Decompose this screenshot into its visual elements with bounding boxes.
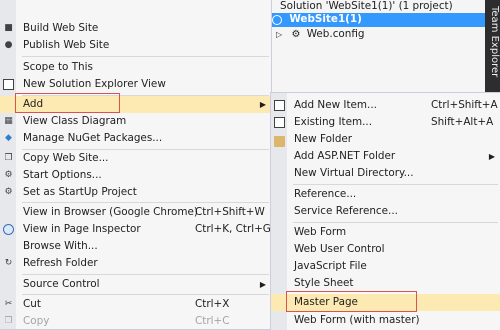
scissors-icon: ✂ — [4, 299, 13, 309]
menu-item-scope-to-this[interactable]: Scope to This — [0, 59, 271, 76]
gear-icon: ⚙ — [4, 170, 13, 180]
solution-label: Solution 'WebSite1(1)' (1 project) — [280, 0, 453, 12]
menu-separator — [22, 274, 269, 275]
copy-site-icon: ❐ — [4, 153, 13, 163]
submenu-item-new-virtual-directory[interactable]: New Virtual Directory... — [271, 165, 500, 182]
menu-item-view-in-page-inspector[interactable]: View in Page Inspector Ctrl+K, Ctrl+G — [0, 221, 271, 238]
menu-item-view-in-browser[interactable]: View in Browser (Google Chrome) Ctrl+Shi… — [0, 204, 271, 221]
submenu-arrow-icon: ▶ — [259, 280, 266, 289]
menu-separator — [22, 294, 269, 295]
submenu-item-web-form[interactable]: Web Form — [271, 224, 500, 241]
page-inspector-icon — [3, 224, 14, 235]
explorer-view-icon — [3, 79, 14, 90]
nuget-icon: ◆ — [5, 133, 12, 143]
menu-item-browse-with[interactable]: Browse With... — [0, 238, 271, 255]
menu-item-cut[interactable]: ✂ Cut Ctrl+X — [0, 296, 271, 313]
menu-item-view-class-diagram[interactable]: ▦ View Class Diagram — [0, 113, 271, 130]
class-diagram-icon: ▦ — [4, 116, 13, 126]
submenu-item-new-folder[interactable]: New Folder — [271, 131, 500, 148]
submenu-item-style-sheet[interactable]: Style Sheet — [271, 275, 500, 292]
submenu-item-service-reference[interactable]: Service Reference... — [271, 203, 500, 220]
expand-arrow-icon[interactable]: ▷ — [276, 28, 282, 41]
file-label: Web.config — [306, 28, 365, 40]
folder-icon — [274, 136, 285, 147]
copy-icon: ❐ — [4, 316, 13, 326]
menu-separator — [293, 184, 498, 185]
config-file-icon: ⚙ — [291, 29, 301, 40]
menu-separator — [293, 222, 498, 223]
file-node-web-config[interactable]: ▷ ⚙ Web.config — [276, 28, 365, 41]
build-icon: ■ — [4, 23, 13, 33]
menu-item-copy[interactable]: ❐ Copy Ctrl+C — [0, 313, 271, 330]
solution-explorer-panel: Solution 'WebSite1(1)' (1 project) WebSi… — [268, 0, 485, 95]
menu-item-build-web-site[interactable]: ■ Build Web Site — [0, 20, 271, 37]
startup-gear-icon: ⚙ — [4, 187, 13, 197]
submenu-arrow-icon: ▶ — [488, 152, 495, 161]
context-menu: ■ Build Web Site ● Publish Web Site Scop… — [0, 0, 272, 330]
existing-item-icon — [274, 117, 285, 128]
publish-icon: ● — [4, 40, 13, 50]
project-node[interactable]: WebSite1(1) — [268, 13, 485, 27]
project-globe-icon — [272, 14, 282, 25]
menu-item-manage-nuget[interactable]: ◆ Manage NuGet Packages... — [0, 130, 271, 147]
refresh-icon: ↻ — [4, 258, 13, 268]
master-page-highlight-outline — [286, 291, 417, 312]
submenu-item-add-aspnet-folder[interactable]: Add ASP.NET Folder ▶ — [271, 148, 500, 165]
solution-node[interactable]: Solution 'WebSite1(1)' (1 project) — [280, 0, 453, 13]
menu-item-new-solution-explorer-view[interactable]: New Solution Explorer View — [0, 76, 271, 93]
menu-item-source-control[interactable]: Source Control ▶ — [0, 276, 271, 293]
submenu-item-existing-item[interactable]: Existing Item... Shift+Alt+A — [271, 114, 500, 131]
menu-item-refresh-folder[interactable]: ↻ Refresh Folder — [0, 255, 271, 272]
project-label: WebSite1(1) — [289, 13, 362, 25]
menu-item-set-startup-project[interactable]: ⚙ Set as StartUp Project — [0, 184, 271, 201]
submenu-item-web-user-control[interactable]: Web User Control — [271, 241, 500, 258]
submenu-item-add-new-item[interactable]: Add New Item... Ctrl+Shift+A — [271, 97, 500, 114]
menu-item-copy-web-site[interactable]: ❐ Copy Web Site... — [0, 150, 271, 167]
add-highlight-outline — [15, 93, 120, 113]
menu-separator — [22, 202, 269, 203]
menu-item-publish-web-site[interactable]: ● Publish Web Site — [0, 37, 271, 54]
menu-separator — [22, 56, 269, 57]
submenu-item-web-form-with-master[interactable]: Web Form (with master) — [271, 312, 500, 329]
side-tab-team-explorer[interactable]: Team Explorer — [485, 6, 500, 77]
submenu-item-javascript-file[interactable]: JavaScript File — [271, 258, 500, 275]
submenu-arrow-icon: ▶ — [259, 100, 266, 109]
menu-item-start-options[interactable]: ⚙ Start Options... — [0, 167, 271, 184]
add-submenu: Add New Item... Ctrl+Shift+A Existing It… — [270, 92, 500, 330]
submenu-item-reference[interactable]: Reference... — [271, 186, 500, 203]
new-item-icon — [274, 100, 285, 111]
